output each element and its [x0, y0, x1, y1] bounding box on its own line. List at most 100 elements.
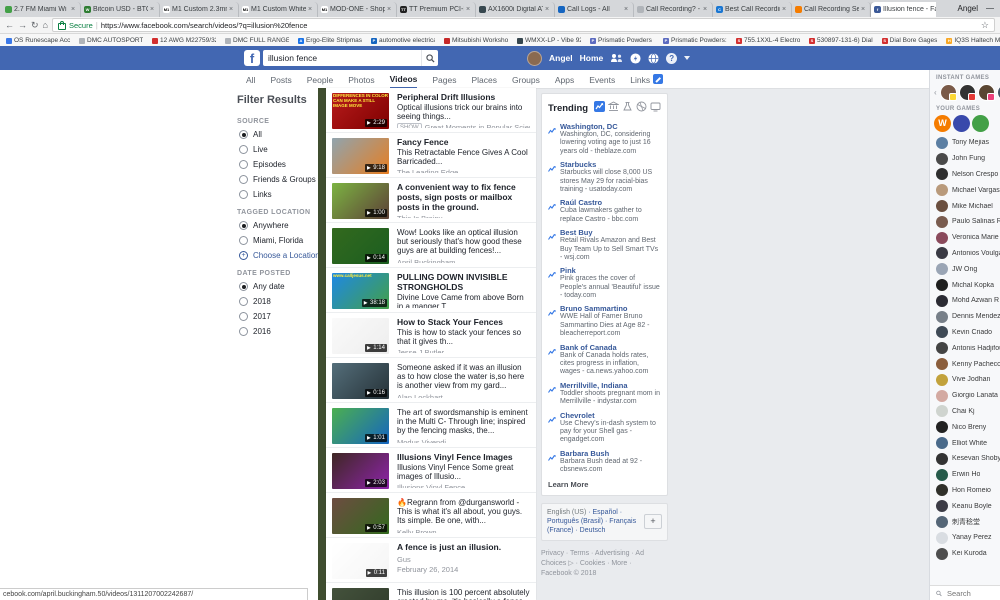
trending-item[interactable]: Merrillville, IndianaToddler shoots preg…	[542, 379, 667, 409]
home-icon[interactable]: ⌂	[43, 21, 48, 30]
tab-close-icon[interactable]: ×	[703, 6, 709, 13]
trending-item[interactable]: Best BuyRetail Rivals Amazon and Best Bu…	[542, 226, 667, 264]
contacts-search-input[interactable]	[945, 588, 994, 599]
filter-option[interactable]: Friends & Groups	[239, 175, 317, 184]
contact-row[interactable]: Erwin Ho	[930, 467, 1000, 483]
video-result-row[interactable]: www.calljesus.net▶ 38:18PULLING DOWN INV…	[326, 268, 536, 313]
radio-button[interactable]	[239, 221, 248, 230]
contact-row[interactable]: Michal Kopka	[930, 277, 1000, 293]
video-result-row[interactable]: ▶ 1:14How to Stack Your FencesThis is ho…	[326, 313, 536, 358]
filter-option[interactable]: Live	[239, 145, 317, 154]
instant-game-avatar[interactable]	[978, 84, 995, 101]
browser-tab[interactable]: Call Recording? - Help &×	[634, 2, 713, 17]
chrome-profile-name[interactable]: Angel	[958, 4, 978, 13]
tab-close-icon[interactable]: ×	[150, 6, 156, 13]
tab-close-icon[interactable]: ×	[466, 6, 472, 13]
trending-item[interactable]: Barbara BushBarbara Bush dead at 92 - cb…	[542, 447, 667, 477]
trending-trending-icon[interactable]	[594, 99, 605, 117]
tab-close-icon[interactable]: ×	[861, 6, 867, 13]
bookmark-item[interactable]: WMXX-LP - Vibe 92	[517, 37, 581, 44]
bookmark-item[interactable]: Pautomotive electrical	[371, 37, 435, 44]
tab-close-icon[interactable]: ×	[229, 6, 235, 13]
facebook-logo[interactable]: f	[244, 50, 260, 66]
filter-option[interactable]: All	[239, 130, 317, 139]
trending-entertainment-icon[interactable]	[650, 99, 661, 117]
trending-science-icon[interactable]	[622, 99, 633, 117]
contact-row[interactable]: Vive Jodhan	[930, 372, 1000, 388]
contact-row[interactable]: Tony Mejias	[930, 135, 1000, 151]
contact-row[interactable]: Mike Michael	[930, 198, 1000, 214]
trending-topic-link[interactable]: Raúl Castro	[560, 198, 661, 207]
help-icon[interactable]: ?	[666, 53, 677, 64]
video-author[interactable]: SHOWGreat Moments in Popular Science	[397, 123, 530, 128]
tab-close-icon[interactable]: ×	[624, 6, 630, 13]
contact-row[interactable]: Kenny Pacheco	[930, 356, 1000, 372]
trending-item[interactable]: PinkPink graces the cover of People's an…	[542, 264, 667, 302]
tab-pages[interactable]: Pages	[432, 71, 456, 88]
tab-places[interactable]: Places	[471, 71, 497, 88]
video-thumbnail[interactable]: ▶ 0:43	[332, 588, 389, 600]
filter-option[interactable]: Any date	[239, 282, 317, 291]
video-result-row[interactable]: ▶ 0:57🔥Regrann from @durgansworld - This…	[326, 493, 536, 538]
bookmark-item[interactable]: OS Runescape Acco	[6, 37, 70, 44]
add-language-button[interactable]: +	[644, 514, 662, 529]
video-author[interactable]: Gus	[397, 555, 530, 564]
bookmark-item[interactable]: 12 AWG M22759/32	[152, 37, 216, 44]
bookmark-item[interactable]: PPrismatic Powders C	[590, 37, 654, 44]
video-title[interactable]: Peripheral Drift Illusions	[397, 93, 530, 103]
video-thumbnail[interactable]: ▶ 0:14	[332, 228, 389, 264]
video-result-row[interactable]: DIFFERENCES IN COLOR CAN MAKE A STILL IM…	[326, 88, 536, 133]
radio-button[interactable]	[239, 297, 248, 306]
filter-option[interactable]: 2016	[239, 327, 317, 336]
instant-game-avatar[interactable]	[959, 84, 976, 101]
trending-topic-link[interactable]: Starbucks	[560, 160, 661, 169]
contact-row[interactable]: Nico Breny	[930, 419, 1000, 435]
notifications-globe-icon[interactable]	[648, 53, 659, 64]
video-author[interactable]: Alan Lockhart	[397, 393, 530, 398]
tab-close-icon[interactable]: ×	[387, 6, 393, 13]
your-game-icon[interactable]	[972, 115, 989, 132]
trending-topic-link[interactable]: Chevrolet	[560, 411, 661, 420]
radio-button[interactable]	[239, 130, 248, 139]
trending-item[interactable]: ChevroletUse Chevy's in-dash system to p…	[542, 409, 667, 447]
browser-tab[interactable]: M1M1 Custom 2.3mm OD V×	[160, 2, 239, 17]
trending-topic-link[interactable]: Merrillville, Indiana	[560, 381, 661, 390]
browser-tab[interactable]: Call Logs - All×	[555, 2, 634, 17]
contact-row[interactable]: Antonis Hadjifou	[930, 340, 1000, 356]
contact-row[interactable]: Michael Vargas	[930, 182, 1000, 198]
contact-row[interactable]: Kevin Criado	[930, 325, 1000, 341]
tab-links[interactable]: Links	[630, 71, 650, 88]
video-result-row[interactable]: ▶ 0:11A fence is just an illusion.GusFeb…	[326, 538, 536, 583]
video-title[interactable]: A fence is just an illusion.	[397, 543, 530, 553]
contact-row[interactable]: Mohd Azwan R	[930, 293, 1000, 309]
bookmark-item[interactable]: DMC FULL RANGE M	[225, 37, 289, 44]
contact-row[interactable]: Kei Kuroda	[930, 546, 1000, 562]
home-link[interactable]: Home	[580, 53, 604, 63]
video-author[interactable]: Illusions Vinyl Fence	[397, 483, 530, 488]
video-thumbnail[interactable]: ▶ 0:16	[332, 363, 389, 399]
radio-button[interactable]	[239, 282, 248, 291]
your-game-icon[interactable]: W	[934, 115, 951, 132]
browser-tab[interactable]: CBest Call Recording Soft×	[713, 2, 792, 17]
search-icon[interactable]	[421, 50, 438, 66]
contact-row[interactable]: JW Ong	[930, 261, 1000, 277]
tab-apps[interactable]: Apps	[555, 71, 574, 88]
filter-option[interactable]: Miami, Florida	[239, 236, 317, 245]
video-thumbnail[interactable]: ▶ 1:01	[332, 408, 389, 444]
contact-row[interactable]: Antonios Voulgar	[930, 246, 1000, 262]
bookmark-item[interactable]: S530897-131-6) Dial	[809, 37, 873, 44]
bookmark-item[interactable]: S755.1XXL-4 Electron	[736, 37, 800, 44]
video-thumbnail[interactable]: ▶ 0:11	[332, 543, 389, 579]
back-icon[interactable]: ←	[5, 21, 14, 30]
trending-item[interactable]: Bank of CanadaBank of Canada holds rates…	[542, 341, 667, 379]
instant-game-avatar[interactable]	[940, 84, 957, 101]
filter-option[interactable]: Links	[239, 190, 317, 199]
profile-name-link[interactable]: Angel	[549, 53, 573, 63]
trending-politics-icon[interactable]	[608, 99, 619, 117]
contact-row[interactable]: Chai Kj	[930, 404, 1000, 420]
trending-item[interactable]: Washington, DCWashington, DC, considerin…	[542, 120, 667, 158]
radio-button[interactable]	[239, 327, 248, 336]
video-author[interactable]: Modus Vivendi	[397, 438, 530, 443]
your-game-icon[interactable]	[953, 115, 970, 132]
radio-button[interactable]	[239, 160, 248, 169]
